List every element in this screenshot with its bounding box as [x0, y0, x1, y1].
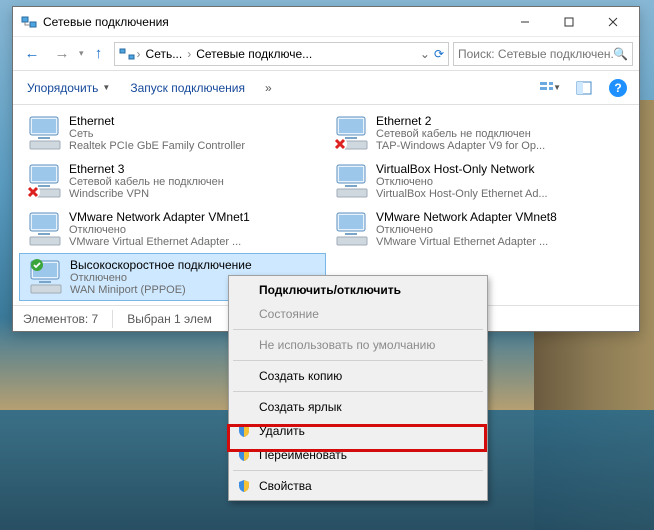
window-title: Сетевые подключения [43, 15, 503, 29]
view-layout-button[interactable]: ▼ [539, 77, 561, 99]
search-input[interactable] [458, 47, 613, 61]
close-button[interactable] [591, 8, 635, 36]
network-adapter-icon [330, 112, 374, 154]
connection-name: VirtualBox Host-Only Network [376, 162, 629, 176]
connection-status: Сетевой кабель не подключен [69, 176, 322, 188]
ctx-delete[interactable]: Удалить [231, 419, 485, 443]
navbar: ← → ▾ ↑ › Сеть... › Сетевые подключе... … [13, 37, 639, 71]
network-adapter-icon [23, 160, 67, 202]
connection-device: VMware Virtual Ethernet Adapter ... [69, 236, 322, 248]
forward-button[interactable]: → [49, 41, 75, 67]
ctx-copy[interactable]: Создать копию [231, 364, 485, 388]
network-adapter-icon [23, 112, 67, 154]
address-dropdown-icon[interactable]: ⌄ [416, 47, 434, 61]
connection-device: VMware Virtual Ethernet Adapter ... [376, 236, 629, 248]
back-button[interactable]: ← [19, 41, 45, 67]
connection-name: Ethernet [69, 114, 322, 128]
start-connection-button[interactable]: Запуск подключения [126, 79, 249, 97]
connection-device: TAP-Windows Adapter V9 for Op... [376, 140, 629, 152]
connection-name: VMware Network Adapter VMnet8 [376, 210, 629, 224]
connection-status: Сеть [69, 128, 322, 140]
preview-pane-button[interactable] [573, 77, 595, 99]
ctx-nodefault: Не использовать по умолчанию [231, 333, 485, 357]
network-adapter-icon [330, 160, 374, 202]
network-adapter-icon [23, 208, 67, 250]
connection-name: Ethernet 3 [69, 162, 322, 176]
refresh-icon[interactable]: ⟳ [434, 47, 444, 61]
window-icon [21, 14, 37, 30]
connection-status: Отключено [376, 224, 629, 236]
connection-item[interactable]: Ethernet 2Сетевой кабель не подключенTAP… [326, 109, 633, 157]
breadcrumb-segment[interactable]: Сеть... [143, 47, 186, 61]
connection-item[interactable]: VirtualBox Host-Only NetworkОтключеноVir… [326, 157, 633, 205]
connection-device: Windscribe VPN [69, 188, 322, 200]
connection-status: Отключено [69, 224, 322, 236]
address-icon [119, 46, 135, 62]
up-button[interactable]: ↑ [88, 43, 110, 65]
ctx-status: Состояние [231, 302, 485, 326]
status-selected: Выбран 1 элем [127, 312, 212, 326]
help-button[interactable]: ? [607, 77, 629, 99]
minimize-button[interactable] [503, 8, 547, 36]
connection-status: Сетевой кабель не подключен [376, 128, 629, 140]
maximize-button[interactable] [547, 8, 591, 36]
connection-name: Высокоскоростное подключение [70, 258, 321, 272]
chevron-right-icon[interactable]: › [135, 47, 143, 61]
address-bar[interactable]: › Сеть... › Сетевые подключе... ⌄ ⟳ [114, 42, 449, 66]
connection-item[interactable]: VMware Network Adapter VMnet1ОтключеноVM… [19, 205, 326, 253]
shield-icon [237, 424, 251, 438]
toolbar: Упорядочить▼ Запуск подключения » ▼ ? [13, 71, 639, 105]
chevron-right-icon[interactable]: › [185, 47, 193, 61]
search-box[interactable]: 🔍 [453, 42, 633, 66]
ctx-rename[interactable]: Переименовать [231, 443, 485, 467]
connection-name: Ethernet 2 [376, 114, 629, 128]
ctx-connect[interactable]: Подключить/отключить [231, 278, 485, 302]
recent-chevron-icon[interactable]: ▾ [79, 48, 84, 59]
connection-device: Realtek PCIe GbE Family Controller [69, 140, 322, 152]
context-menu: Подключить/отключить Состояние Не исполь… [228, 275, 488, 501]
ctx-shortcut[interactable]: Создать ярлык [231, 395, 485, 419]
connection-device: VirtualBox Host-Only Ethernet Ad... [376, 188, 629, 200]
connection-status: Отключено [376, 176, 629, 188]
titlebar[interactable]: Сетевые подключения [13, 7, 639, 37]
connection-item[interactable]: EthernetСетьRealtek PCIe GbE Family Cont… [19, 109, 326, 157]
organize-button[interactable]: Упорядочить▼ [23, 79, 114, 97]
shield-icon [237, 448, 251, 462]
connection-item[interactable]: Ethernet 3Сетевой кабель не подключенWin… [19, 157, 326, 205]
network-adapter-icon [24, 256, 68, 298]
network-adapter-icon [330, 208, 374, 250]
shield-icon [237, 479, 251, 493]
connection-item[interactable]: VMware Network Adapter VMnet8ОтключеноVM… [326, 205, 633, 253]
breadcrumb-segment[interactable]: Сетевые подключе... [193, 47, 315, 61]
toolbar-overflow-button[interactable]: » [261, 79, 276, 97]
search-icon[interactable]: 🔍 [613, 47, 628, 61]
ctx-properties[interactable]: Свойства [231, 474, 485, 498]
connection-name: VMware Network Adapter VMnet1 [69, 210, 322, 224]
status-count: Элементов: 7 [23, 312, 98, 326]
